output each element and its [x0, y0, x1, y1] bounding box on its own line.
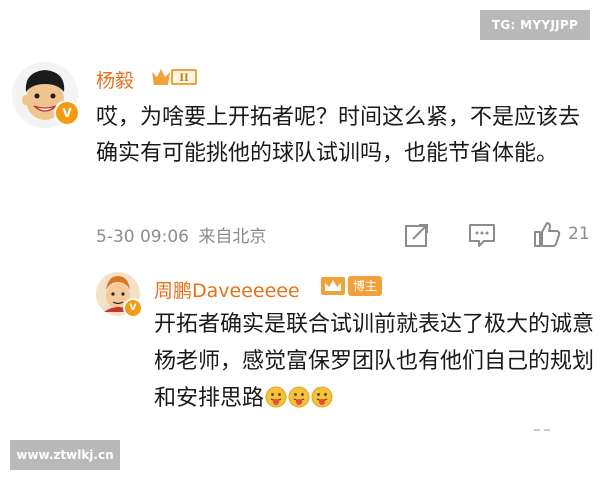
blogger-badge: 博主 [348, 276, 383, 296]
crown-level-icon: II [152, 69, 197, 85]
crown-icon [321, 277, 345, 295]
location: 来自北京 [198, 227, 267, 247]
like-count: 21 [568, 224, 590, 244]
verified-v-icon: V [123, 298, 143, 318]
watermark-bottom: www.ztwlkj.cn [10, 440, 120, 470]
scroll-continuation-mark [534, 429, 550, 431]
tongue-out-emoji [288, 383, 310, 408]
reply-text: 开拓者确实是联合试训前就表达了极大的诚意杨老师，感觉富保罗团队也有他们自己的规划… [154, 312, 595, 411]
avatar[interactable]: V [12, 62, 80, 128]
main-comment-username[interactable]: 杨毅 [96, 66, 134, 93]
reply-text-block: 开拓者确实是联合试训前就表达了极大的诚意杨老师，感觉富保罗团队也有他们自己的规划… [154, 306, 594, 417]
reply-avatar[interactable]: V [96, 272, 143, 318]
verified-v-icon: V [54, 100, 80, 126]
reply-username[interactable]: 周鹏Daveeeeee [154, 276, 300, 303]
level-badge: II [150, 66, 200, 88]
reply-badges: 博主 [320, 274, 383, 298]
level-badge-text: II [179, 73, 189, 84]
main-comment-text: 哎，为啥要上开拓者呢？时间这么紧，不是应该去确实有可能挑他的球队试训吗，也能节省… [96, 105, 581, 166]
comment-meta: 5-30 09:06 来自北京 [96, 222, 266, 247]
thumbs-up-icon[interactable] [533, 220, 561, 248]
comment-icon[interactable] [468, 222, 496, 248]
watermark-top: TG: MYYJJPP [480, 10, 590, 40]
tongue-out-emoji [311, 383, 333, 408]
share-icon[interactable] [404, 222, 430, 248]
tongue-out-emoji [265, 383, 287, 408]
timestamp: 5-30 09:06 [96, 227, 189, 247]
